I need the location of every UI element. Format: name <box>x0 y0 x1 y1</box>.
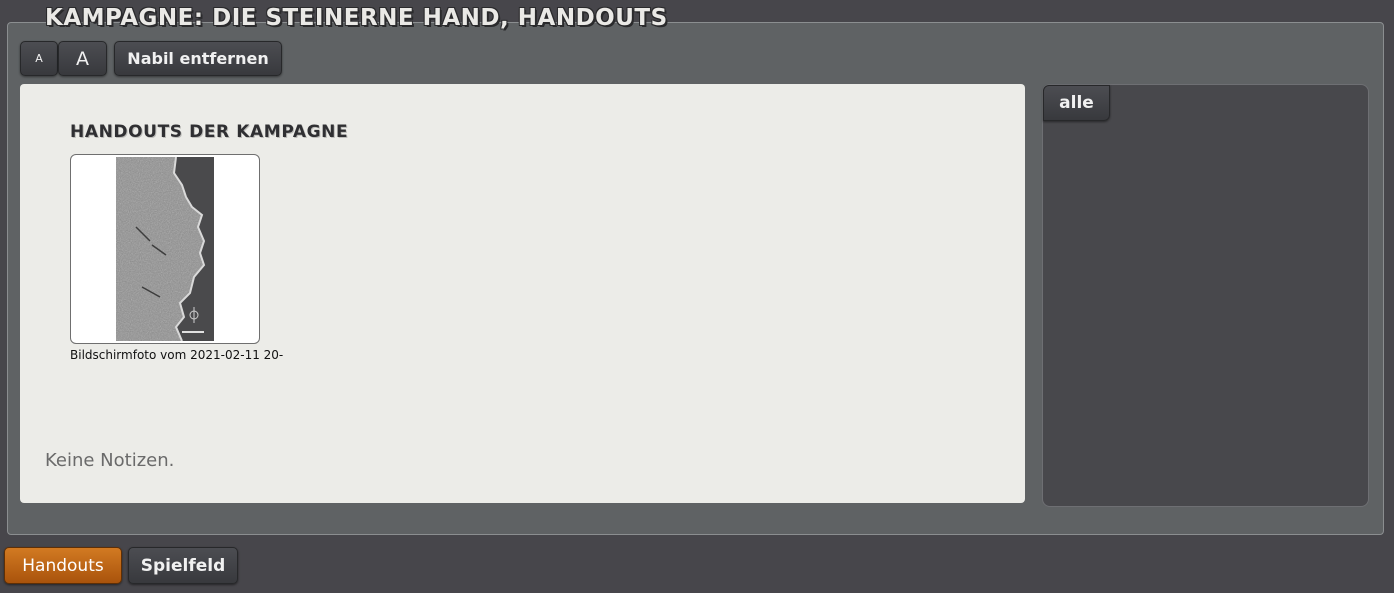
handout-caption[interactable]: Bildschirmfoto vom 2021-02-11 20-0 <box>70 348 284 362</box>
section-title: HANDOUTS DER KAMPAGNE <box>70 122 349 142</box>
map-image <box>116 157 214 341</box>
font-decrease-button[interactable]: A <box>20 41 58 76</box>
campaign-title: KAMPAGNE: DIE STEINERNE HAND, HANDOUTS <box>45 5 668 31</box>
remove-player-button[interactable]: Nabil entfernen <box>114 41 282 76</box>
font-increase-button[interactable]: A <box>58 41 107 76</box>
filter-all-button[interactable]: alle <box>1043 85 1110 121</box>
handouts-panel: HANDOUTS DER KAMPAGNE Bildschirmfoto vom… <box>20 84 1025 503</box>
handout-thumbnail[interactable] <box>70 154 260 344</box>
notes-text: Keine Notizen. <box>45 450 175 471</box>
tab-handouts[interactable]: Handouts <box>4 547 122 584</box>
tab-spielfeld[interactable]: Spielfeld <box>128 547 238 584</box>
sidebar-panel: alle <box>1042 84 1369 507</box>
